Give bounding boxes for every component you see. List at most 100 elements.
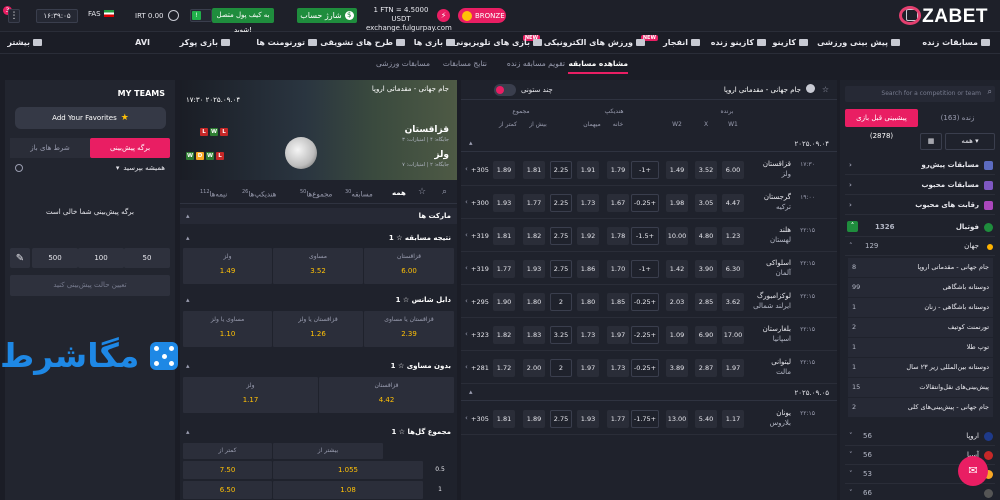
competition-item[interactable]: تورنمنت کوتیف 2 — [848, 318, 993, 337]
chevron-up-icon[interactable]: ▴ — [469, 388, 473, 396]
odd-button[interactable]: 2.03 — [666, 293, 688, 311]
event-row[interactable]: قزاقستان ولز ۱۷:۳۰ 6.00 3.52 1.49 -1+ 1.79 1.91 2… — [461, 153, 837, 186]
odd-button[interactable]: 1.81 — [493, 227, 515, 245]
event-row[interactable]: لیتوانی مالت ۲۲:۱۵ 1.97 2.87 3.89 -0.25+ 1.73 1.… — [461, 351, 837, 384]
more-markets-link[interactable]: +319 — [471, 232, 489, 240]
odd-button[interactable]: 6.30 — [722, 260, 744, 278]
odd-button[interactable]: قزاقستان 6.00 — [364, 248, 454, 284]
nav-casino[interactable]: کازینو — [772, 38, 808, 47]
odd-button[interactable]: قزاقستان یا مساوی 2.39 — [364, 311, 454, 347]
odd-button[interactable]: 1.70 — [607, 260, 629, 278]
competition-item[interactable]: دوستانه باشگاهی - زنان 1 — [848, 298, 993, 317]
odd-button[interactable]: قزاقستان یا ولز 1.26 — [273, 311, 363, 347]
odd-button[interactable]: 1.72 — [493, 359, 515, 377]
odd-button[interactable]: 3.89 — [666, 359, 688, 377]
balance[interactable]: IRT 0.00 — [135, 10, 179, 21]
tab-results[interactable]: نتایج مسابقات — [443, 59, 487, 68]
odd-button[interactable]: 3.05 — [695, 194, 717, 212]
odd-button[interactable]: 1.89 — [493, 161, 515, 179]
odd-button[interactable]: 4.80 — [695, 227, 717, 245]
market-header[interactable]: بدون مساوی ☆ 1 ▴ — [180, 358, 457, 374]
odd-button[interactable]: 1.17 — [722, 410, 744, 428]
odd-button[interactable]: 4.47 — [722, 194, 744, 212]
country-item[interactable]: اروپا 56 ˅ — [845, 427, 995, 446]
odd-button[interactable]: 6.00 — [722, 161, 744, 179]
odd-button[interactable]: 1.78 — [607, 227, 629, 245]
connect-wallet-button[interactable]: به کیف پول متصل شوید! — [212, 8, 274, 34]
odd-button[interactable]: 3.62 — [722, 293, 744, 311]
odd-button[interactable]: 1.42 — [666, 260, 688, 278]
odd-button[interactable]: 1.67 — [607, 194, 629, 212]
odd-button[interactable]: 2.87 — [695, 359, 717, 377]
nav-promotions[interactable]: طرح های تشویقی — [320, 38, 405, 47]
odd-button[interactable]: 1.77 — [493, 260, 515, 278]
chevron-up-icon[interactable]: ▴ — [469, 139, 473, 147]
event-row[interactable]: گرجستان ترکیه ۱۹:۰۰ 4.47 3.05 1.98 -0.25+ 1.67 1… — [461, 186, 837, 219]
nav-more[interactable]: بیشتر — [7, 38, 42, 47]
odd-button[interactable]: 1.23 — [722, 227, 744, 245]
nav-tv-games[interactable]: بازی های تلویزیونی — [452, 38, 542, 47]
balance-toggle[interactable]: ! — [190, 9, 212, 22]
tab-totals[interactable]: مجموع‌ها50 — [300, 189, 332, 198]
competition-item[interactable]: جام جهانی - پیش‌بینی‌های کلی 2 — [848, 398, 993, 417]
nav-sports[interactable]: پیش بینی ورزشی — [817, 38, 900, 47]
chevron-up-icon[interactable]: ▴ — [186, 212, 190, 220]
stake-input[interactable]: تعیین حالت پیش‌بینی کنید — [10, 275, 170, 296]
nav-avi[interactable]: AVI — [135, 38, 150, 47]
tab-match-view[interactable]: مشاهده مسابقه — [568, 59, 628, 74]
odd-button[interactable]: 1.97 — [577, 359, 599, 377]
more-markets-link[interactable]: +319 — [471, 265, 489, 273]
odd-button[interactable]: 1.97 — [607, 326, 629, 344]
odd-button[interactable]: 1.89 — [523, 410, 545, 428]
odd-button[interactable]: مساوی یا ولز 1.10 — [183, 311, 272, 347]
tab-open-bets[interactable]: شرط های باز — [10, 138, 90, 158]
odd-button[interactable]: 6.50 — [183, 481, 272, 499]
odd-button[interactable]: 1.80 — [577, 293, 599, 311]
odd-button[interactable]: 1.80 — [523, 293, 545, 311]
tab-live-calendar[interactable]: تقویم مسابقه زنده — [507, 59, 565, 68]
odd-button[interactable]: 1.92 — [577, 227, 599, 245]
add-favorites-button[interactable]: Add Your Favorites ★ — [15, 107, 166, 129]
deposit-button[interactable]: شارژ حساب $ — [297, 8, 357, 23]
odd-button[interactable]: 1.97 — [722, 359, 744, 377]
tab-match[interactable]: مسابقه30 — [345, 189, 373, 198]
odd-button[interactable]: 1.83 — [523, 326, 545, 344]
competition-item[interactable]: جام جهانی - مقدماتی اروپا 8 — [848, 258, 993, 277]
nav-poker[interactable]: بازی پوکر — [180, 38, 230, 47]
multi-column-toggle[interactable] — [494, 84, 516, 96]
tab-handicaps[interactable]: هندیکپ‌ها26 — [242, 189, 276, 198]
competition-search-input[interactable]: Search for a competition or team — [845, 86, 995, 102]
odd-button[interactable]: 1.93 — [577, 410, 599, 428]
event-row[interactable]: یونان بلاروس ۲۲:۱۵ 1.17 5.40 13.00 -1.75+ 1.77 1… — [461, 402, 837, 435]
odd-button[interactable]: 5.40 — [695, 410, 717, 428]
odd-button[interactable]: 1.09 — [666, 326, 688, 344]
odd-button[interactable]: 1.81 — [493, 410, 515, 428]
exchange-rate[interactable]: 1 FTN = 4.5000 USDT exchange.fulgurpay.co… — [366, 6, 452, 33]
competition-item[interactable]: دوستانه بین‌المللی زیر ۲۳ سال 1 — [848, 358, 993, 377]
tab-all[interactable]: همه — [392, 189, 406, 197]
event-row[interactable]: اسلواکی آلمان ۲۲:۱۵ 6.30 3.90 1.42 -1+ 1.70 1.86… — [461, 252, 837, 285]
odd-button[interactable]: ولز 1.49 — [183, 248, 272, 284]
odd-button[interactable]: 1.73 — [577, 194, 599, 212]
view-toggle-icon[interactable]: ▦ — [920, 133, 942, 150]
chat-support-button[interactable]: ✉ — [958, 456, 988, 486]
nav-live-matches[interactable]: مسابقات زنده — [922, 38, 990, 47]
more-markets-link[interactable]: +305 — [471, 415, 489, 423]
odd-button[interactable]: 1.77 — [607, 410, 629, 428]
sidebar-popular-matches[interactable]: مسابقات محبوب ‹ — [845, 176, 995, 195]
odd-button[interactable]: 1.79 — [607, 161, 629, 179]
odd-button[interactable]: 1.49 — [666, 161, 688, 179]
odd-button[interactable]: 1.85 — [607, 293, 629, 311]
event-row[interactable]: بلغارستان اسپانیا ۲۲:۱۵ 17.00 6.90 1.09 -2.25+… — [461, 318, 837, 351]
nav-games[interactable]: بازی ها — [414, 38, 455, 47]
language-select[interactable]: FAS — [88, 10, 114, 18]
odd-button[interactable]: 1.73 — [577, 326, 599, 344]
odd-button[interactable]: 6.90 — [695, 326, 717, 344]
odd-button[interactable]: 1.82 — [523, 227, 545, 245]
tab-prematch[interactable]: پیشبینی قبل بازی (2878) — [845, 109, 918, 140]
quick-stake-button[interactable]: 100 — [78, 248, 124, 268]
search-icon[interactable]: ⌕ — [442, 187, 447, 197]
competition-item[interactable]: دوستانه باشگاهی 99 — [848, 278, 993, 297]
sidebar-region-world[interactable]: جهان 129 ˄ — [845, 237, 995, 256]
logo[interactable]: ZABET — [899, 6, 988, 28]
